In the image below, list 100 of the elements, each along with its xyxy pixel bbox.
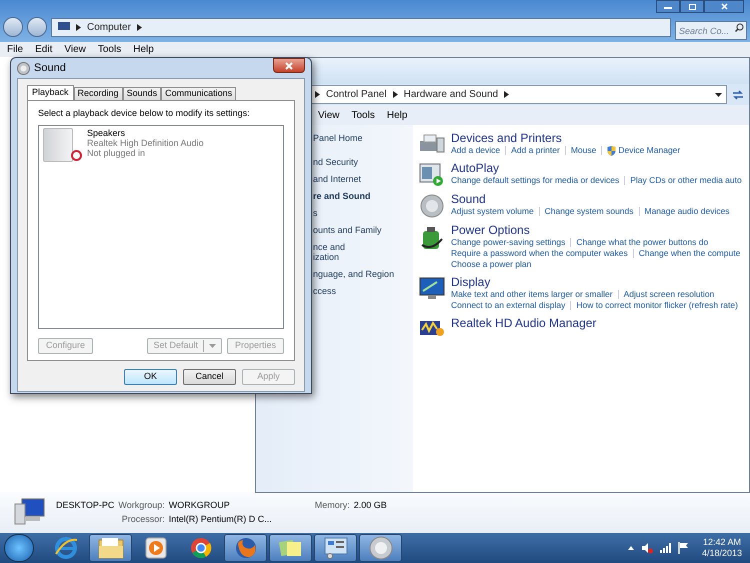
flag-icon[interactable] [678,542,689,554]
clock[interactable]: 12:42 AM 4/18/2013 [702,537,742,559]
computer-icon [14,498,46,528]
category-title[interactable]: Realtek HD Audio Manager [451,316,596,330]
sticky-notes-icon [278,537,302,559]
muted-speaker-icon[interactable] [640,542,653,554]
tab[interactable]: Playback [27,85,74,100]
breadcrumb[interactable]: Computer [87,20,131,34]
forward-button[interactable] [27,17,47,37]
field-value: Intel(R) Pentium(R) D C... [168,512,273,526]
task-link[interactable]: How to correct monitor flicker (refresh rate) [576,300,738,311]
back-button[interactable] [3,17,23,37]
task-link[interactable]: Change system sounds [544,206,634,217]
device-status: Not plugged in [87,148,146,158]
menu-item[interactable]: Help [133,42,154,57]
search-field[interactable]: Search Co... [675,21,747,40]
taskbar-app-button[interactable] [269,534,312,562]
device-name: Speakers [87,128,126,138]
task-link[interactable]: Mouse [570,145,596,156]
close-icon [720,3,728,10]
taskbar-app-button[interactable] [224,534,267,562]
menu-item[interactable]: File [7,42,24,57]
category-title[interactable]: Devices and Printers [451,131,680,145]
media-player-icon [144,537,166,559]
task-link[interactable]: Choose a power plan [451,259,532,270]
chevron-icon [76,24,81,30]
chevron-icon [392,91,398,98]
monitor-icon [419,277,445,301]
start-button[interactable] [4,534,34,562]
caret-up-icon[interactable] [628,546,634,550]
nav-link[interactable]: nguage, and Region [313,269,413,279]
folder-icon [98,537,124,559]
taskbar-app-button[interactable] [89,534,132,562]
task-link[interactable]: Make text and other items larger or smaller [451,289,613,300]
task-link[interactable]: Change default settings for media or devices [451,175,620,186]
signal-bars-icon[interactable] [660,543,671,553]
field-label: Workgroup: [118,499,165,512]
chevron-icon [315,91,320,98]
nav-link[interactable]: ccess [313,286,413,296]
menu-item[interactable]: Edit [35,42,52,57]
nav-link[interactable]: nce and ization [313,242,413,262]
maximize-button[interactable] [680,0,704,13]
nav-link[interactable]: ounts and Family [313,225,413,235]
dialog-title: Sound [34,60,66,76]
tab[interactable]: Recording [74,87,123,100]
computer-name: DESKTOP-PC [56,499,114,512]
breadcrumb[interactable]: Control Panel [326,87,387,102]
chevron-icon [504,91,510,98]
device-driver: Realtek High Definition Audio [87,138,204,148]
category-title[interactable]: Sound [451,192,730,206]
taskbar-app-button[interactable] [359,534,402,562]
close-button[interactable] [273,58,305,73]
tab[interactable]: Sounds [122,87,162,100]
task-link[interactable]: Change what the power buttons do [576,237,708,248]
nav-link[interactable]: re and Sound [313,191,413,201]
shield-icon [607,146,616,156]
category-title[interactable]: Power Options [451,223,740,237]
chrome-style-icon [190,537,212,559]
refresh-icon[interactable] [731,88,745,100]
nav-link[interactable]: s [313,208,413,218]
task-link[interactable]: Adjust system volume [451,206,534,217]
task-link[interactable]: Adjust screen resolution [624,289,714,300]
audio-manager-icon [419,318,445,338]
speaker-icon [17,62,30,74]
menu-item[interactable]: Tools [352,108,375,122]
task-link[interactable]: Play CDs or other media auto [630,175,742,186]
nav-link[interactable]: and Internet [313,174,413,184]
address-bar[interactable]: Computer [51,18,671,36]
menu-item[interactable]: View [318,108,340,122]
dialog-button[interactable]: OK [124,368,177,384]
speaker-icon [368,536,392,560]
task-link[interactable]: Change power-saving settings [451,237,566,248]
speaker-icon [420,194,444,218]
close-icon [285,62,293,70]
nav-link[interactable]: nd Security [313,157,413,167]
breadcrumb[interactable]: Hardware and Sound [404,87,498,102]
task-link[interactable]: Add a device [451,145,500,156]
printer-icon [419,133,445,155]
field-value: 2.00 GB [354,499,387,512]
autoplay-icon [419,163,445,187]
task-link[interactable]: Add a printer [511,145,560,156]
menu-item[interactable]: Help [386,108,408,122]
category-title[interactable]: AutoPlay [451,161,742,175]
task-link[interactable]: Change when the compute [638,248,740,259]
minimize-button[interactable] [656,0,680,13]
nav-link[interactable]: Panel Home [313,133,413,143]
menu-item[interactable]: View [64,42,86,57]
close-button[interactable] [704,0,744,13]
caret-icon [208,344,216,348]
instruction-text: Select a playback device below to modify its settings: [38,107,251,120]
taskbar-app-button[interactable] [314,534,357,562]
task-link[interactable]: Manage audio devices [644,206,730,217]
category-title[interactable]: Display [451,275,738,289]
dialog-button[interactable]: Cancel [183,368,236,384]
search-icon [735,22,744,32]
menu-item[interactable]: Tools [98,42,122,57]
task-link[interactable]: Device Manager [607,145,680,156]
tab[interactable]: Communications [161,87,236,100]
task-link[interactable]: Require a password when the computer wakes [451,248,628,259]
task-link[interactable]: Connect to an external display [451,300,566,311]
